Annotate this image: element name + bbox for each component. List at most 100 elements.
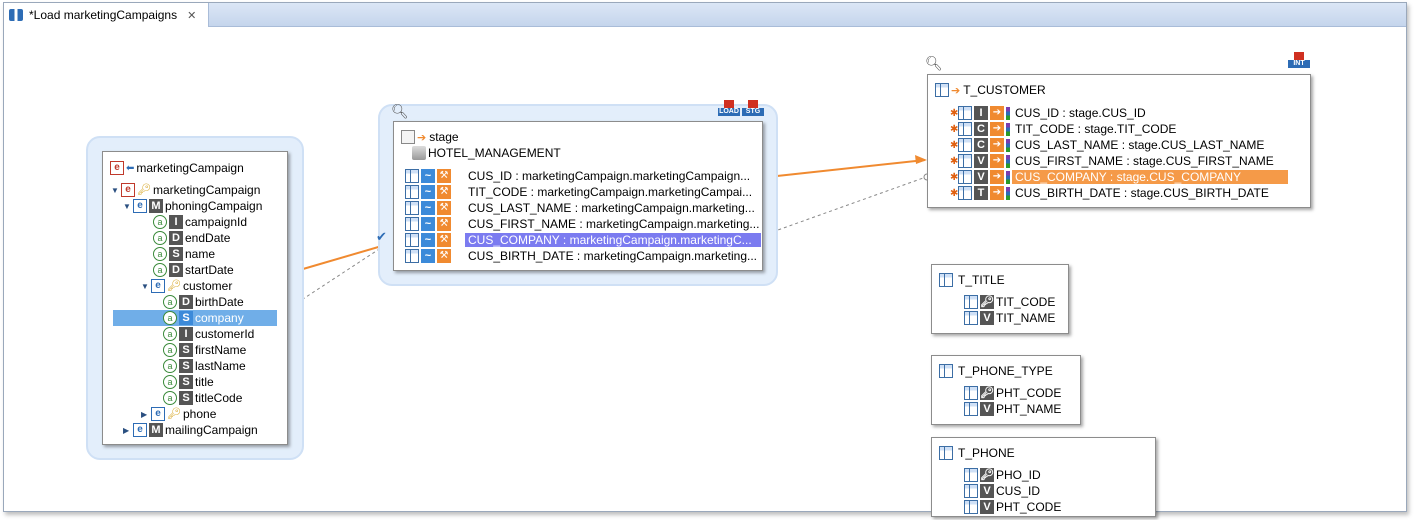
target-column-row[interactable]: ✱ V ➔ CUS_COMPANY : stage.CUS_COMPANY <box>950 169 1288 185</box>
type-c-icon: C <box>974 138 988 152</box>
type-s-icon: S <box>179 343 193 357</box>
expand-open-icon[interactable]: ▼ <box>111 186 121 195</box>
load-badge-label: LOAD <box>718 108 740 116</box>
mapping-target-icon: ➔ <box>990 154 1004 168</box>
flags-icon <box>1006 154 1010 168</box>
row-label: customer <box>183 279 233 293</box>
stage-column-row[interactable]: ~ ⚒︎ CUS_FIRST_NAME : marketingCampaign.… <box>405 216 762 232</box>
stg-badge-label: STG <box>742 108 764 116</box>
target-mapping-text: TIT_CODE : stage.TIT_CODE <box>1015 122 1177 136</box>
expand-open-icon[interactable]: ▼ <box>141 282 151 291</box>
table-header: T_PHONE_TYPE <box>939 363 1053 379</box>
target-column-row[interactable]: ✱ C ➔ TIT_CODE : stage.TIT_CODE <box>950 121 1179 137</box>
attribute-row[interactable]: a DstartDate <box>153 262 234 278</box>
attribute-icon: a <box>163 375 177 389</box>
wrench-icon: ⚒︎ <box>437 217 451 231</box>
column-type-icon: 🔑︎ <box>980 295 994 309</box>
table-column-row[interactable]: V CUS_ID <box>964 483 1040 499</box>
element-row[interactable]: ▼ e 🔑︎ marketingCampaign <box>111 182 260 198</box>
attribute-row[interactable]: a DbirthDate <box>163 294 244 310</box>
mapping-target-icon: ➔ <box>990 122 1004 136</box>
zoom-icon[interactable]: 🔍︎ <box>925 55 943 72</box>
target-mapping-text: CUS_BIRTH_DATE : stage.CUS_BIRTH_DATE <box>1015 186 1269 200</box>
row-label: mailingCampaign <box>165 423 258 437</box>
attribute-icon: a <box>163 295 177 309</box>
target-column-row[interactable]: ✱ C ➔ CUS_LAST_NAME : stage.CUS_LAST_NAM… <box>950 137 1267 153</box>
target-box[interactable]: ➔ T_CUSTOMER ✱ I ➔ CUS_ID : stage.CUS_ID… <box>927 74 1311 208</box>
attribute-row[interactable]: a StitleCode <box>163 390 242 406</box>
expand-closed-icon[interactable]: ▶ <box>141 410 151 419</box>
table-box[interactable]: T_TITLE 🔑︎ TIT_CODE V TIT_NAME <box>931 264 1069 334</box>
attribute-row[interactable]: a Sname <box>153 246 215 262</box>
stage-box[interactable]: ➔ stage HOTEL_MANAGEMENT ~ ⚒︎ CUS_ID : m… <box>393 121 763 271</box>
table-column-row[interactable]: V PHT_CODE <box>964 499 1061 515</box>
column-icon <box>964 484 978 498</box>
datastore-icon <box>401 130 415 144</box>
attribute-row[interactable]: a Scompany <box>113 310 277 326</box>
attribute-row[interactable]: a Stitle <box>163 374 214 390</box>
attribute-row[interactable]: a SlastName <box>163 358 246 374</box>
column-name: PHT_CODE <box>996 386 1062 400</box>
table-column-row[interactable]: 🔑︎ PHT_CODE <box>964 385 1061 401</box>
row-label: name <box>185 247 216 261</box>
column-type-icon: V <box>980 311 994 325</box>
stg-badge-icon[interactable]: STG <box>742 100 764 118</box>
table-column-row[interactable]: V TIT_NAME <box>964 310 1055 326</box>
table-title: T_TITLE <box>958 273 1005 287</box>
element-row[interactable]: ▶ e 🔑︎ phone <box>141 406 216 422</box>
column-name: PHT_NAME <box>996 402 1062 416</box>
element-row[interactable]: ▶ e MmailingCampaign <box>123 422 258 438</box>
stage-column-row[interactable]: ~ ⚒︎ CUS_LAST_NAME : marketingCampaign.m… <box>405 200 758 216</box>
wrench-icon: ⚒︎ <box>437 185 451 199</box>
expand-open-icon[interactable]: ▼ <box>123 202 133 211</box>
table-box[interactable]: T_PHONE 🔑︎ PHO_ID V CUS_ID V PHT_CODE <box>931 437 1156 517</box>
row-label: titleCode <box>195 391 243 405</box>
element-row[interactable]: ▼ e MphoningCampaign <box>123 198 262 214</box>
row-label: phone <box>183 407 217 421</box>
attribute-row[interactable]: a IcustomerId <box>163 326 254 342</box>
source-box[interactable]: e ⬅ marketingCampaign ▼ e 🔑︎ marketingCampa… <box>102 151 288 445</box>
stage-column-row[interactable]: ~ ⚒︎ CUS_ID : marketingCampaign.marketin… <box>405 168 753 184</box>
column-type-icon: V <box>980 500 994 514</box>
int-badge-label: INT <box>1288 60 1310 68</box>
table-column-row[interactable]: 🔑︎ TIT_CODE <box>964 294 1055 310</box>
stage-column-row[interactable]: ~ ⚒︎ CUS_COMPANY : marketingCampaign.mar… <box>405 232 761 248</box>
target-column-row[interactable]: ✱ I ➔ CUS_ID : stage.CUS_ID <box>950 105 1149 121</box>
load-badge-icon[interactable]: LOAD <box>718 100 740 118</box>
row-label: title <box>195 375 214 389</box>
column-mapping-text: TIT_CODE : marketingCampaign.marketingCa… <box>468 185 753 199</box>
table-header: T_PHONE <box>939 445 1015 461</box>
table-box[interactable]: T_PHONE_TYPE 🔑︎ PHT_CODE V PHT_NAME <box>931 355 1081 425</box>
attribute-row[interactable]: a SfirstName <box>163 342 246 358</box>
arrow-right-icon: ➔ <box>951 84 961 97</box>
mapping-target-icon: ➔ <box>990 186 1004 200</box>
table-column-row[interactable]: 🔑︎ PHO_ID <box>964 467 1041 483</box>
expand-closed-icon[interactable]: ▶ <box>123 426 133 435</box>
element-row[interactable]: ▼ e 🔑︎ customer <box>141 278 232 294</box>
target-column-row[interactable]: ✱ V ➔ CUS_FIRST_NAME : stage.CUS_FIRST_N… <box>950 153 1277 169</box>
row-label: birthDate <box>195 295 244 309</box>
attribute-icon: a <box>163 343 177 357</box>
column-icon <box>964 386 978 400</box>
attribute-row[interactable]: a DendDate <box>153 230 230 246</box>
table-column-row[interactable]: V PHT_NAME <box>964 401 1061 417</box>
stage-column-row[interactable]: ~ ⚒︎ CUS_BIRTH_DATE : marketingCampaign.… <box>405 248 760 264</box>
column-type-icon: V <box>980 484 994 498</box>
int-badge-icon[interactable]: INT <box>1288 52 1310 70</box>
row-label: campaignId <box>185 215 248 229</box>
attribute-icon: a <box>153 263 167 277</box>
table-header: T_TITLE <box>939 272 1005 288</box>
column-icon <box>964 311 978 325</box>
zoom-icon[interactable]: 🔍︎ <box>391 103 409 120</box>
attribute-row[interactable]: a IcampaignId <box>153 214 247 230</box>
target-column-row[interactable]: ✱ T ➔ CUS_BIRTH_DATE : stage.CUS_BIRTH_D… <box>950 185 1272 201</box>
column-icon <box>964 468 978 482</box>
expression-icon: ~ <box>421 185 435 199</box>
mapping-target-icon: ➔ <box>990 138 1004 152</box>
column-icon <box>405 169 419 183</box>
element-icon: e <box>110 161 124 175</box>
stage-column-row[interactable]: ~ ⚒︎ TIT_CODE : marketingCampaign.market… <box>405 184 755 200</box>
table-title: T_PHONE_TYPE <box>958 364 1053 378</box>
key-icon: 🔑︎ <box>167 280 181 292</box>
column-name: TIT_CODE <box>996 295 1056 309</box>
